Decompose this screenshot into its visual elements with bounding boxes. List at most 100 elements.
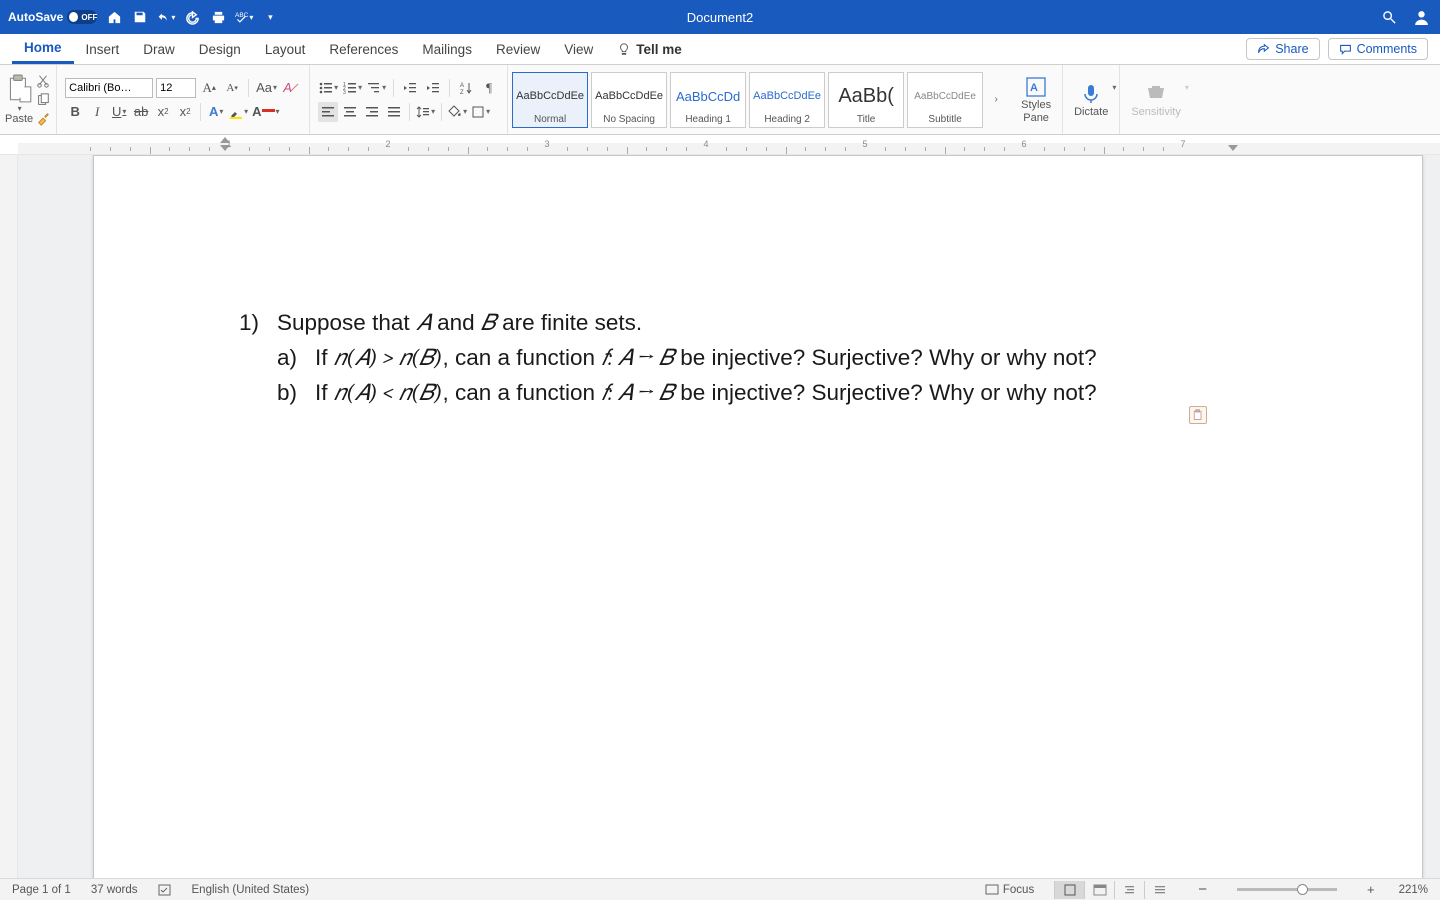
font-size-select[interactable] [156,78,196,98]
borders-icon[interactable]: ▾ [470,102,491,122]
style-title[interactable]: AaBb(Title [828,72,904,128]
document-page[interactable]: 1) Suppose that 𝐴 and 𝐵 are finite sets.… [93,155,1423,878]
svg-text:A: A [1030,82,1038,94]
svg-text:Z: Z [460,90,464,95]
line-spacing-icon[interactable]: ▾ [415,102,436,122]
sort-icon[interactable]: AZ [456,78,476,98]
multilevel-list-icon[interactable]: ▾ [366,78,387,98]
cut-icon[interactable] [35,73,51,89]
list-number: 1) [239,306,277,341]
tab-home[interactable]: Home [12,34,74,64]
strikethrough-button[interactable]: ab [131,102,151,122]
account-icon[interactable] [1412,9,1430,26]
svg-text:3: 3 [343,90,346,95]
align-left-icon[interactable] [318,102,338,122]
superscript-button[interactable]: x2 [175,102,195,122]
tell-me[interactable]: Tell me [605,34,694,64]
style-heading1[interactable]: AaBbCcDdHeading 1 [670,72,746,128]
vertical-ruler[interactable] [0,155,18,878]
document-content[interactable]: 1) Suppose that 𝐴 and 𝐵 are finite sets.… [239,306,1352,411]
text-effects-icon[interactable]: A▾ [206,102,226,122]
bold-button[interactable]: B [65,102,85,122]
status-bar: Page 1 of 1 37 words English (United Sta… [0,878,1440,900]
paste-button[interactable]: ▾ Paste [5,74,33,125]
redo-icon[interactable] [183,10,201,25]
tab-review[interactable]: Review [484,34,552,64]
style-subtitle[interactable]: AaBbCcDdEeSubtitle [907,72,983,128]
sensitivity-button: Sensitivity [1125,82,1187,118]
align-right-icon[interactable] [362,102,382,122]
copy-icon[interactable] [35,92,51,108]
zoom-in-icon[interactable]: + [1363,882,1379,897]
increase-indent-icon[interactable] [423,78,443,98]
change-case-icon[interactable]: Aa▾ [255,78,278,98]
draft-view-icon[interactable] [1144,881,1174,899]
spellcheck-icon[interactable]: ABC▾ [235,10,253,24]
word-count[interactable]: 37 words [91,884,138,896]
home-icon[interactable] [105,10,123,25]
style-normal[interactable]: AaBbCcDdEeNormal [512,72,588,128]
language-indicator[interactable]: English (United States) [192,884,310,896]
page-indicator[interactable]: Page 1 of 1 [12,884,71,896]
tab-layout[interactable]: Layout [253,34,318,64]
style-no-spacing[interactable]: AaBbCcDdEeNo Spacing [591,72,667,128]
outline-view-icon[interactable] [1114,881,1144,899]
zoom-slider[interactable] [1237,888,1337,891]
styles-more-icon[interactable]: › [986,90,1006,110]
align-center-icon[interactable] [340,102,360,122]
right-indent-icon[interactable] [1228,145,1238,151]
tab-insert[interactable]: Insert [74,34,132,64]
grow-font-icon[interactable]: A▴ [199,78,219,98]
svg-text:ABC: ABC [235,12,248,19]
font-name-select[interactable] [65,78,153,98]
show-marks-icon[interactable]: ¶ [479,78,499,98]
numbering-icon[interactable]: 123▾ [342,78,363,98]
underline-button[interactable]: U▾ [109,102,129,122]
horizontal-ruler[interactable]: 1234567 [0,135,1440,155]
autosave-label: AutoSave [8,10,63,24]
question-text: Suppose that 𝐴 and 𝐵 are finite sets. [277,306,642,341]
tab-mailings[interactable]: Mailings [410,34,484,64]
dictate-button[interactable]: Dictate [1068,82,1114,118]
tab-references[interactable]: References [317,34,410,64]
clear-formatting-icon[interactable]: A [281,78,301,98]
justify-icon[interactable] [384,102,404,122]
decrease-indent-icon[interactable] [400,78,420,98]
tab-design[interactable]: Design [187,34,253,64]
font-color-icon[interactable]: A▾ [251,102,280,122]
shading-icon[interactable]: ▾ [447,102,468,122]
shrink-font-icon[interactable]: A▾ [222,78,242,98]
zoom-out-icon[interactable]: − [1194,881,1211,898]
style-heading2[interactable]: AaBbCcDdEeHeading 2 [749,72,825,128]
undo-icon[interactable]: ▾ [157,10,175,25]
part-b-text: If 𝑛(𝐴) < 𝑛(𝐵), can a function 𝑓: 𝐴 → 𝐵 … [315,376,1097,411]
italic-button[interactable]: I [87,102,107,122]
title-bar: AutoSave OFF ▾ ABC▾ ▾ Document2 [0,0,1440,34]
autosave-toggle[interactable]: AutoSave OFF [8,10,97,24]
zoom-level[interactable]: 221% [1399,884,1428,896]
list-letter-a: a) [277,341,315,376]
share-button[interactable]: Share [1246,38,1319,60]
part-a-text: If 𝑛(𝐴) > 𝑛(𝐵), can a function 𝑓: 𝐴 → 𝐵 … [315,341,1097,376]
styles-pane-button[interactable]: A Styles Pane [1015,75,1057,123]
customize-qat-icon[interactable]: ▾ [261,12,279,23]
focus-mode[interactable]: Focus [985,884,1034,896]
ribbon: ▾ Paste A▴ A▾ Aa▾ A B I U▾ ab x2 x2 A▾ [0,65,1440,135]
print-icon[interactable] [209,10,227,25]
tab-draw[interactable]: Draw [131,34,187,64]
print-layout-view-icon[interactable] [1054,881,1084,899]
format-painter-icon[interactable] [35,111,51,127]
subscript-button[interactable]: x2 [153,102,173,122]
spelling-status-icon[interactable] [158,883,172,897]
web-layout-view-icon[interactable] [1084,881,1114,899]
comments-button[interactable]: Comments [1328,38,1428,60]
svg-text:A: A [460,83,464,89]
bullets-icon[interactable]: ▾ [318,78,339,98]
ribbon-tabs: Home Insert Draw Design Layout Reference… [0,34,1440,65]
tab-view[interactable]: View [552,34,605,64]
paste-options-icon[interactable] [1189,406,1207,424]
save-icon[interactable] [131,10,149,24]
highlight-icon[interactable]: ▾ [228,102,249,122]
search-icon[interactable] [1380,10,1398,25]
tell-me-label: Tell me [636,42,682,57]
